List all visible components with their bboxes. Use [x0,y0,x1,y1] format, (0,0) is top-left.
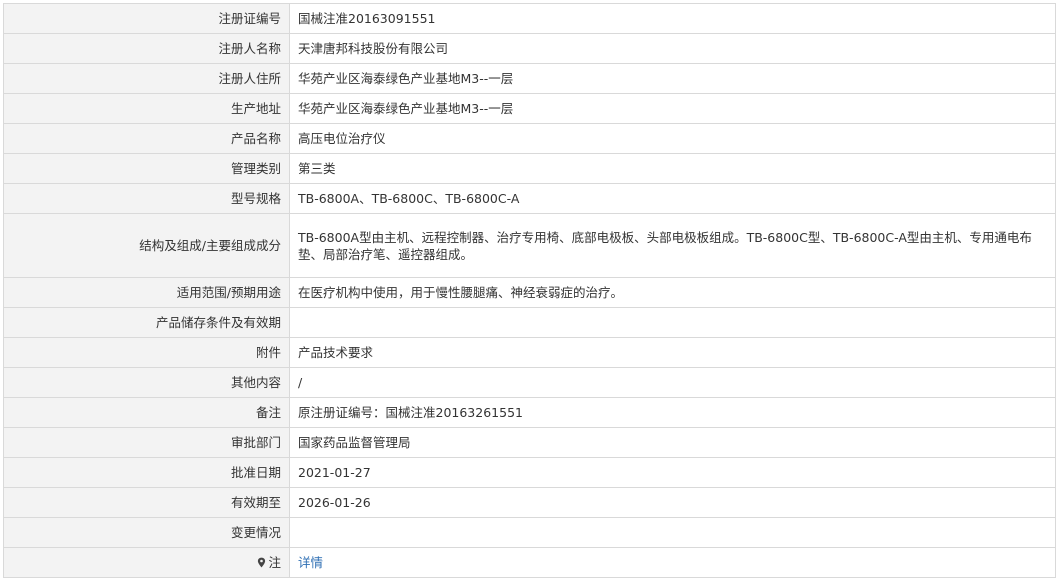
table-row: 批准日期 2021-01-27 [3,457,1056,488]
table-row: 注 详情 [3,547,1056,578]
field-value-storage-validity [289,307,1056,338]
table-row: 有效期至 2026-01-26 [3,487,1056,518]
table-row: 注册人名称 天津唐邦科技股份有限公司 [3,33,1056,64]
field-label-registrant-address: 注册人住所 [3,63,290,94]
field-value-note: 详情 [289,547,1056,578]
field-label-registration-number: 注册证编号 [3,3,290,34]
table-row: 结构及组成/主要组成成分 TB-6800A型由主机、远程控制器、治疗专用椅、底部… [3,213,1056,278]
field-value-change-status [289,517,1056,548]
field-value-other-content: / [289,367,1056,398]
field-value-registration-number: 国械注准20163091551 [289,3,1056,34]
field-label-attachment: 附件 [3,337,290,368]
table-row: 产品名称 高压电位治疗仪 [3,123,1056,154]
field-value-model-spec: TB-6800A、TB-6800C、TB-6800C-A [289,183,1056,214]
field-value-intended-use: 在医疗机构中使用，用于慢性腰腿痛、神经衰弱症的治疗。 [289,277,1056,308]
field-value-approval-date: 2021-01-27 [289,457,1056,488]
field-label-registrant-name: 注册人名称 [3,33,290,64]
field-value-structure-composition: TB-6800A型由主机、远程控制器、治疗专用椅、底部电极板、头部电极板组成。T… [289,213,1056,278]
field-value-approval-department: 国家药品监督管理局 [289,427,1056,458]
field-label-approval-department: 审批部门 [3,427,290,458]
table-row: 产品储存条件及有效期 [3,307,1056,338]
table-row: 注册人住所 华苑产业区海泰绿色产业基地M3--一层 [3,63,1056,94]
field-label-approval-date: 批准日期 [3,457,290,488]
field-label-model-spec: 型号规格 [3,183,290,214]
field-label-product-name: 产品名称 [3,123,290,154]
field-label-other-content: 其他内容 [3,367,290,398]
field-value-remarks: 原注册证编号：国械注准20163261551 [289,397,1056,428]
field-value-production-address: 华苑产业区海泰绿色产业基地M3--一层 [289,93,1056,124]
field-label-remarks: 备注 [3,397,290,428]
details-link[interactable]: 详情 [298,555,323,570]
field-value-management-category: 第三类 [289,153,1056,184]
field-label-change-status: 变更情况 [3,517,290,548]
field-label-note: 注 [3,547,290,578]
field-label-storage-validity: 产品储存条件及有效期 [3,307,290,338]
table-row: 附件 产品技术要求 [3,337,1056,368]
table-row: 备注 原注册证编号：国械注准20163261551 [3,397,1056,428]
map-pin-icon [256,555,267,568]
field-label-valid-until: 有效期至 [3,487,290,518]
table-row: 审批部门 国家药品监督管理局 [3,427,1056,458]
field-value-attachment: 产品技术要求 [289,337,1056,368]
field-value-registrant-address: 华苑产业区海泰绿色产业基地M3--一层 [289,63,1056,94]
field-label-intended-use: 适用范围/预期用途 [3,277,290,308]
table-row: 型号规格 TB-6800A、TB-6800C、TB-6800C-A [3,183,1056,214]
table-row: 生产地址 华苑产业区海泰绿色产业基地M3--一层 [3,93,1056,124]
field-value-product-name: 高压电位治疗仪 [289,123,1056,154]
table-row: 注册证编号 国械注准20163091551 [3,3,1056,34]
table-row: 其他内容 / [3,367,1056,398]
registration-detail-table: 注册证编号 国械注准20163091551 注册人名称 天津唐邦科技股份有限公司… [3,3,1056,578]
note-label-text: 注 [268,555,281,570]
field-label-production-address: 生产地址 [3,93,290,124]
table-row: 管理类别 第三类 [3,153,1056,184]
table-row: 适用范围/预期用途 在医疗机构中使用，用于慢性腰腿痛、神经衰弱症的治疗。 [3,277,1056,308]
field-value-registrant-name: 天津唐邦科技股份有限公司 [289,33,1056,64]
field-label-management-category: 管理类别 [3,153,290,184]
field-value-valid-until: 2026-01-26 [289,487,1056,518]
table-row: 变更情况 [3,517,1056,548]
field-label-structure-composition: 结构及组成/主要组成成分 [3,213,290,278]
